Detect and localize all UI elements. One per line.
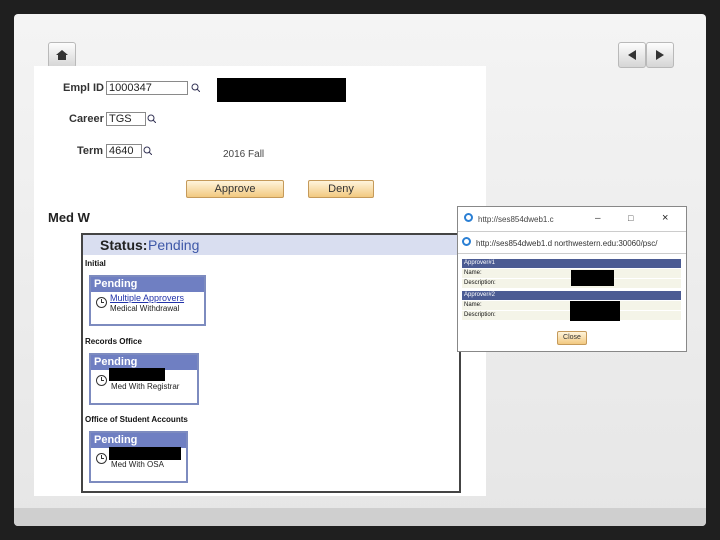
left-arrow-icon xyxy=(628,50,636,60)
approver2-header: Approver#2 xyxy=(462,291,681,300)
ie-icon xyxy=(464,213,473,222)
career-input[interactable]: TGS xyxy=(106,112,146,126)
redacted-approver2 xyxy=(570,301,620,321)
career-label: Career xyxy=(69,113,104,125)
approval-description: Medical Withdrawal xyxy=(110,304,180,313)
empl-id-input[interactable]: 1000347 xyxy=(106,81,188,95)
maximize-icon[interactable]: □ xyxy=(628,213,633,223)
search-icon[interactable] xyxy=(191,83,200,92)
popup-address-bar[interactable]: http://ses854dweb1.d northwestern.edu:30… xyxy=(476,239,657,248)
search-icon[interactable] xyxy=(147,114,156,123)
close-icon[interactable]: × xyxy=(662,212,668,224)
approval-description: Med With Registrar xyxy=(111,382,180,391)
redacted-approver1 xyxy=(571,270,614,286)
back-button[interactable] xyxy=(618,42,646,68)
ie-icon xyxy=(462,237,471,246)
home-button[interactable] xyxy=(48,42,76,68)
clock-icon xyxy=(96,453,107,464)
status-header: Status: Pending xyxy=(83,235,459,255)
divider xyxy=(458,231,686,232)
slide-footer-bar xyxy=(14,508,706,526)
approval-description: Med With OSA xyxy=(111,460,164,469)
multiple-approvers-link[interactable]: Multiple Approvers xyxy=(110,293,184,303)
redacted-name xyxy=(217,78,346,102)
group-title-records: Records Office xyxy=(85,337,142,346)
popup-title-url: http://ses854dweb1.c xyxy=(478,215,554,224)
clock-icon xyxy=(96,375,107,386)
approvers-popup-window: http://ses854dweb1.c – □ × http://ses854… xyxy=(457,206,687,352)
term-input[interactable]: 4640 xyxy=(106,144,142,158)
redacted-approver xyxy=(109,368,165,381)
approve-button[interactable]: Approve xyxy=(186,180,284,198)
pending-badge: Pending xyxy=(91,433,186,448)
search-icon[interactable] xyxy=(143,146,152,155)
pending-badge: Pending xyxy=(91,277,204,292)
redacted-approver xyxy=(109,447,181,460)
popup-close-button[interactable]: Close xyxy=(557,331,587,345)
home-icon xyxy=(56,50,68,60)
section-title: Med W xyxy=(48,210,90,225)
minimize-icon[interactable]: – xyxy=(595,213,601,224)
group-title-student-accounts: Office of Student Accounts xyxy=(85,415,188,424)
divider xyxy=(458,253,686,254)
right-arrow-icon xyxy=(656,50,664,60)
deny-button[interactable]: Deny xyxy=(308,180,374,198)
approver1-header: Approver#1 xyxy=(462,259,681,268)
forward-button[interactable] xyxy=(646,42,674,68)
status-prefix: Status: xyxy=(100,237,148,253)
term-description: 2016 Fall xyxy=(223,149,265,160)
clock-icon xyxy=(96,297,107,308)
status-value: Pending xyxy=(148,237,200,253)
term-label: Term xyxy=(77,145,104,157)
empl-id-label: Empl ID xyxy=(63,82,104,94)
group-title-initial: Initial xyxy=(85,259,106,268)
status-panel: Status: Pending Initial Pending Multiple… xyxy=(81,233,461,493)
